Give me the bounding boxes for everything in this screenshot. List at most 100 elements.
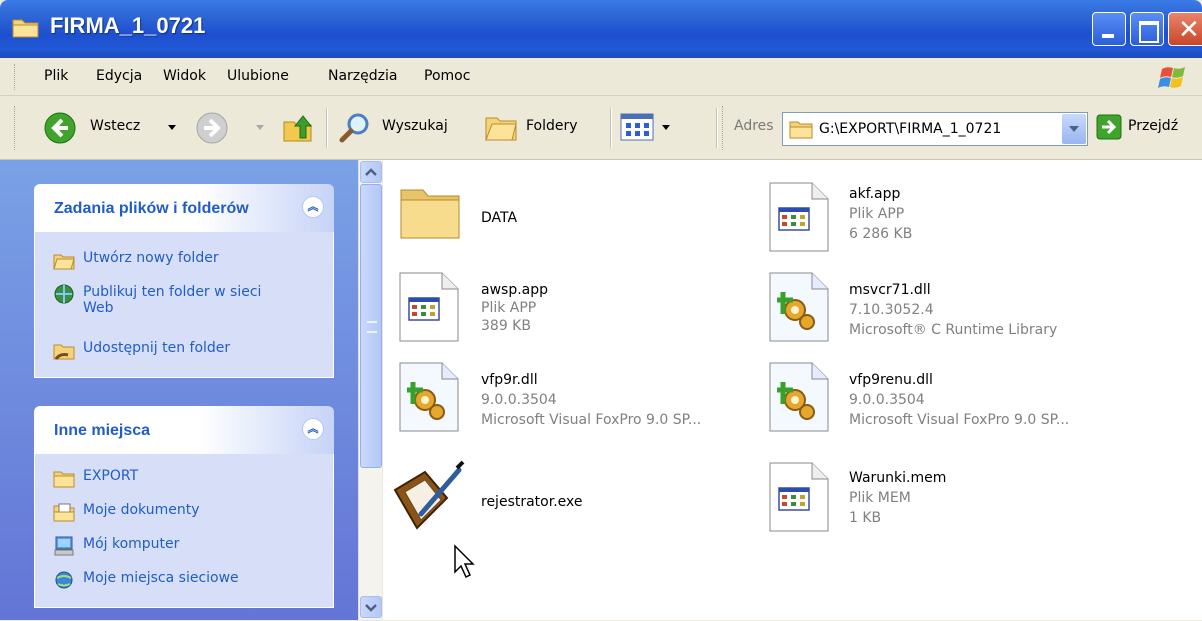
forward-button[interactable] — [196, 106, 266, 150]
tasks-panel-header[interactable]: Zadania plików i folderów ︽ — [34, 184, 334, 232]
folders-icon — [485, 117, 517, 141]
collapse-chevron-icon[interactable]: ︽ — [302, 196, 324, 218]
file-description: Microsoft® C Runtime Library — [849, 322, 1058, 338]
file-name: vfp9renu.dll — [849, 372, 933, 388]
menu-plik[interactable]: Plik — [44, 68, 68, 84]
minimize-button[interactable] — [1092, 12, 1126, 46]
file-item-awsp-app[interactable]: awsp.app Plik APP 389 KB — [399, 272, 719, 352]
file-type: Plik MEM — [849, 490, 911, 506]
folders-button[interactable]: Foldery — [482, 106, 606, 150]
app-file-icon — [399, 272, 459, 342]
task-share-folder[interactable]: Udostępnij ten folder — [53, 340, 230, 360]
toolbar-grip — [14, 106, 17, 150]
places-panel-title: Inne miejsca — [54, 422, 151, 439]
window-title: FIRMA_1_0721 — [50, 13, 206, 38]
scroll-up-button[interactable] — [360, 161, 382, 183]
task-publish-web-label: Publikuj ten folder w sieci Web — [83, 284, 262, 316]
windows-logo-icon — [1158, 67, 1185, 88]
address-grip — [722, 106, 725, 150]
address-dropdown-button[interactable] — [1062, 114, 1086, 144]
views-button[interactable] — [620, 110, 680, 146]
maximize-button[interactable] — [1130, 12, 1164, 46]
file-list: DATA akf.app Plik APP 6 286 KB awsp.app … — [383, 160, 1202, 620]
back-button[interactable]: Wstecz — [44, 106, 184, 150]
network-places-icon — [55, 571, 73, 589]
file-type: Plik APP — [849, 206, 905, 222]
file-item-akf-app[interactable]: akf.app Plik APP 6 286 KB — [769, 182, 1189, 262]
file-description: Microsoft Visual FoxPro 9.0 SP... — [481, 412, 702, 428]
search-icon — [339, 113, 369, 143]
file-name: rejestrator.exe — [481, 494, 583, 510]
file-version: 9.0.0.3504 — [849, 392, 925, 408]
address-value: G:\EXPORT\FIRMA_1_0721 — [819, 121, 1002, 137]
task-new-folder[interactable]: Utwórz nowy folder — [53, 250, 219, 270]
task-share-folder-label: Udostępnij ten folder — [83, 340, 231, 356]
toolbar-separator — [326, 108, 328, 148]
menu-bar: Plik Edycja Widok Ulubione Narzędzia Pom… — [0, 58, 1202, 96]
folder-icon — [789, 121, 813, 139]
scroll-down-button[interactable] — [360, 596, 382, 618]
back-label: Wstecz — [90, 118, 141, 134]
places-panel-header[interactable]: Inne miejsca ︽ — [34, 406, 334, 454]
back-arrow-icon — [44, 112, 76, 144]
search-button[interactable]: Wyszukaj — [336, 106, 470, 150]
task-publish-web[interactable]: Publikuj ten folder w sieci Web — [53, 284, 293, 316]
vertical-scrollbar[interactable] — [358, 160, 382, 620]
forward-arrow-icon — [196, 112, 228, 144]
task-pane: Zadania plików i folderów ︽ Utwórz nowy … — [0, 160, 358, 620]
place-my-computer-label: Mój komputer — [83, 536, 180, 552]
menu-pomoc[interactable]: Pomoc — [424, 68, 470, 84]
address-field[interactable]: G:\EXPORT\FIRMA_1_0721 — [782, 112, 1088, 146]
places-panel: Inne miejsca ︽ EXPORT Moje dokumenty Mój… — [34, 406, 334, 608]
file-name: awsp.app — [481, 282, 549, 298]
folder-icon — [12, 19, 39, 38]
place-network-places-label: Moje miejsca sieciowe — [83, 570, 239, 586]
scroll-thumb-grip — [367, 321, 377, 333]
exe-book-icon — [393, 460, 465, 530]
go-arrow-icon — [1096, 114, 1122, 140]
collapse-chevron-icon[interactable]: ︽ — [302, 418, 324, 440]
place-my-documents[interactable]: Moje dokumenty — [53, 502, 200, 522]
search-label: Wyszukaj — [382, 118, 448, 134]
file-item-msvcr71-dll[interactable]: msvcr71.dll 7.10.3052.4 Microsoft® C Run… — [769, 272, 1189, 352]
place-network-places[interactable]: Moje miejsca sieciowe — [53, 570, 239, 590]
file-version: 9.0.0.3504 — [481, 392, 557, 408]
file-item-data[interactable]: DATA — [399, 182, 719, 262]
menu-edycja[interactable]: Edycja — [96, 68, 142, 84]
file-size: 389 KB — [481, 318, 531, 334]
tasks-panel-body: Utwórz nowy folder Publikuj ten folder w… — [34, 232, 334, 378]
file-item-warunki-mem[interactable]: Warunki.mem Plik MEM 1 KB — [769, 462, 1189, 542]
menu-narzedzia[interactable]: Narzędzia — [328, 68, 397, 84]
views-icon — [620, 113, 654, 141]
dll-file-icon — [399, 362, 459, 432]
file-item-vfp9r-dll[interactable]: vfp9r.dll 9.0.0.3504 Microsoft Visual Fo… — [399, 362, 759, 442]
folder-icon — [400, 189, 460, 239]
chevron-up-icon — [365, 168, 377, 176]
folders-label: Foldery — [526, 118, 578, 134]
my-documents-icon — [53, 503, 75, 522]
menu-ulubione[interactable]: Ulubione — [227, 68, 289, 84]
place-export[interactable]: EXPORT — [53, 468, 138, 488]
task-new-folder-label: Utwórz nowy folder — [83, 250, 219, 266]
place-my-documents-label: Moje dokumenty — [83, 502, 200, 518]
up-folder-icon[interactable] — [282, 112, 314, 144]
file-type: Plik APP — [481, 300, 537, 316]
file-item-rejestrator-exe[interactable]: rejestrator.exe — [391, 460, 711, 540]
go-button[interactable]: Przejdź — [1096, 110, 1200, 146]
tasks-panel: Zadania plików i folderów ︽ Utwórz nowy … — [34, 184, 334, 378]
close-button[interactable]: ✕ — [1168, 12, 1202, 46]
place-export-label: EXPORT — [83, 468, 139, 484]
folder-icon — [53, 471, 75, 488]
place-my-computer[interactable]: Mój komputer — [53, 536, 179, 556]
my-computer-icon — [54, 536, 74, 556]
back-dropdown-icon[interactable] — [168, 125, 176, 130]
title-bar: FIRMA_1_0721 ✕ — [0, 0, 1202, 58]
file-item-vfp9renu-dll[interactable]: vfp9renu.dll 9.0.0.3504 Microsoft Visual… — [769, 362, 1189, 442]
file-name: DATA — [481, 210, 518, 226]
views-dropdown-icon — [662, 125, 670, 130]
toolbar: Wstecz Wyszukaj Foldery Adres G:\EXPORT\… — [0, 96, 1202, 160]
file-size: 6 286 KB — [849, 226, 913, 242]
mem-file-icon — [769, 462, 829, 532]
menu-widok[interactable]: Widok — [163, 68, 206, 84]
scroll-thumb[interactable] — [360, 184, 382, 468]
